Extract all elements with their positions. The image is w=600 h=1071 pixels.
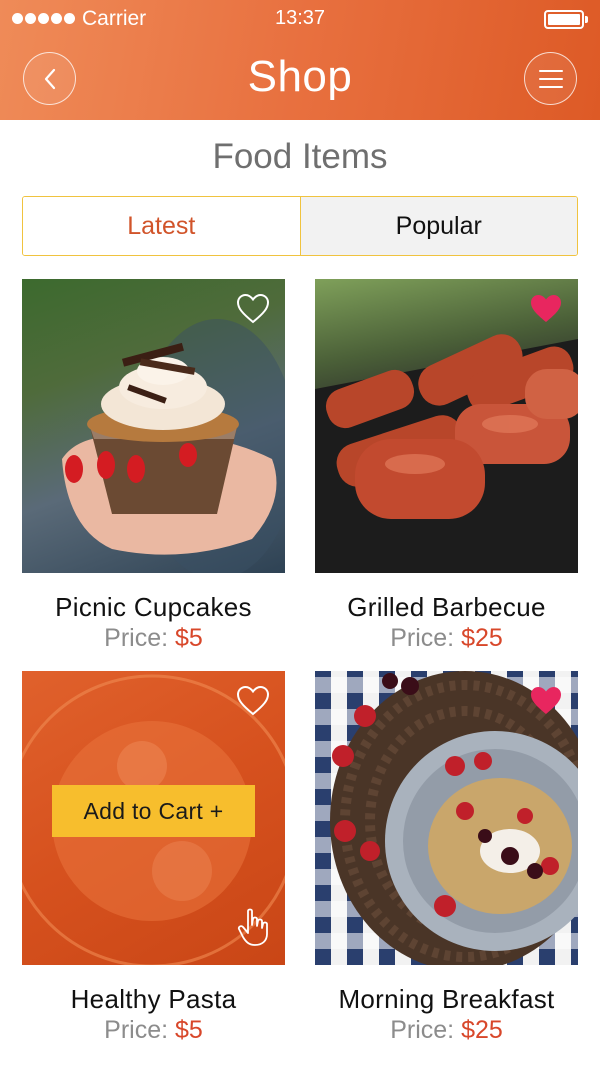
- product-card-healthy-pasta[interactable]: Add to Cart + Healthy Pasta Price: $5: [22, 671, 285, 1045]
- heart-outline-icon[interactable]: [236, 685, 270, 717]
- heart-outline-icon[interactable]: [236, 293, 270, 325]
- product-name: Picnic Cupcakes: [55, 592, 252, 622]
- product-image-barbecue: [315, 279, 578, 573]
- product-image-cupcake: [22, 279, 285, 573]
- status-time: 13:37: [274, 7, 326, 29]
- hamburger-menu-icon: [538, 69, 563, 88]
- price-label: Price:: [104, 1016, 169, 1044]
- menu-button[interactable]: [524, 52, 577, 105]
- product-card-morning-breakfast[interactable]: Morning Breakfast Price: $25: [315, 671, 578, 1045]
- battery-icon: [544, 10, 588, 29]
- product-name: Healthy Pasta: [70, 984, 237, 1014]
- product-name: Morning Breakfast: [338, 984, 555, 1014]
- price-value: $25: [461, 1016, 503, 1044]
- product-price: Price: $5: [22, 624, 285, 653]
- status-bar: Carrier 13:37: [0, 0, 600, 38]
- product-card-grilled-barbecue[interactable]: Grilled Barbecue Price: $25: [315, 279, 578, 653]
- tab-bar: Latest Popular: [22, 196, 578, 256]
- product-name: Grilled Barbecue: [347, 592, 546, 622]
- heart-filled-icon[interactable]: [529, 685, 563, 717]
- add-to-cart-button[interactable]: Add to Cart +: [52, 785, 255, 837]
- price-value: $25: [461, 624, 503, 652]
- price-label: Price:: [390, 1016, 455, 1044]
- app-header: Carrier 13:37 Shop: [0, 0, 600, 120]
- product-price: Price: $25: [315, 1016, 578, 1045]
- product-price: Price: $25: [315, 624, 578, 653]
- price-label: Price:: [390, 624, 455, 652]
- product-image-pasta: Add to Cart +: [22, 671, 285, 965]
- price-label: Price:: [104, 624, 169, 652]
- heart-filled-icon[interactable]: [529, 293, 563, 325]
- product-image-breakfast: [315, 671, 578, 965]
- page-title: Shop: [247, 52, 353, 101]
- product-price: Price: $5: [22, 1016, 285, 1045]
- hand-pointer-icon: [237, 908, 268, 946]
- price-value: $5: [175, 624, 203, 652]
- price-value: $5: [175, 1016, 203, 1044]
- product-card-picnic-cupcakes[interactable]: Picnic Cupcakes Price: $5: [22, 279, 285, 653]
- tab-latest[interactable]: Latest: [23, 197, 301, 255]
- section-title: Food Items: [212, 137, 388, 176]
- tab-popular[interactable]: Popular: [300, 197, 577, 255]
